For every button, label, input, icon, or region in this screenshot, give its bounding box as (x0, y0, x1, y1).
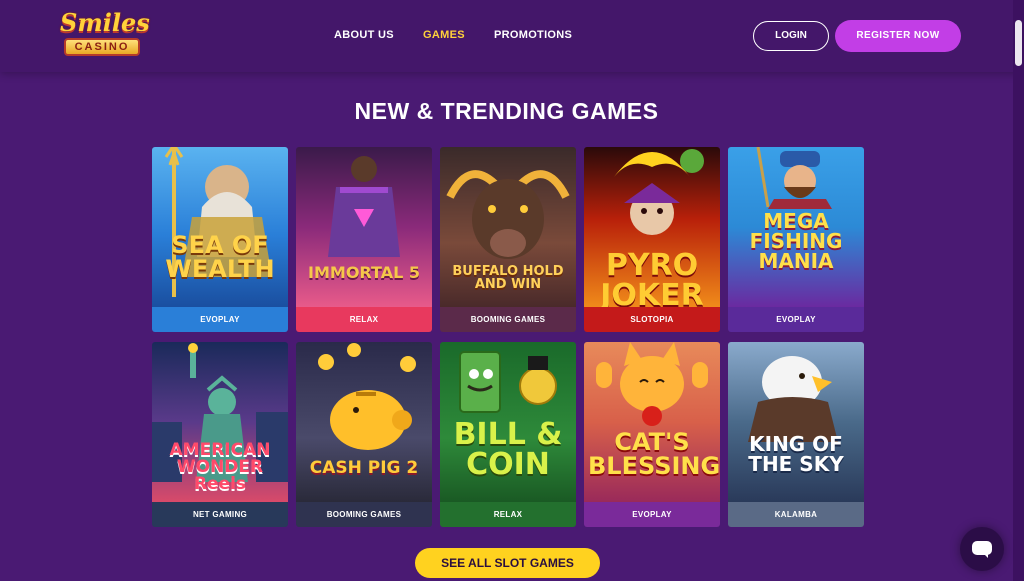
game-art: IMMORTAL 5 (296, 147, 432, 307)
game-provider: NET GAMING (152, 502, 288, 527)
game-card[interactable]: SEA OF WEALTH EVOPLAY (152, 147, 288, 332)
game-title: AMERICAN WONDER Reels (169, 440, 271, 494)
game-art: BUFFALO HOLD AND WIN (440, 147, 576, 307)
game-art: CAT'S BLESSING (584, 342, 720, 502)
game-provider: SLOTOPIA (584, 307, 720, 332)
nav-games[interactable]: GAMES (423, 29, 465, 41)
game-art: SEA OF WEALTH (152, 147, 288, 307)
game-title: CASH PIG 2 (309, 458, 419, 478)
game-card[interactable]: CAT'S BLESSING EVOPLAY (584, 342, 720, 527)
chat-launcher-button[interactable] (960, 527, 1004, 571)
poseidon-illustration (164, 147, 272, 297)
nav-about-us[interactable]: ABOUT US (334, 29, 394, 41)
game-art: PYRO JOKER (584, 147, 720, 311)
game-card[interactable]: AMERICAN WONDER Reels NET GAMING (152, 342, 288, 527)
logo-wordmark: Smiles (60, 8, 150, 37)
game-card[interactable]: KING OF THE SKY KALAMBA (728, 342, 864, 527)
nav-promotions[interactable]: PROMOTIONS (494, 29, 572, 41)
game-title: IMMORTAL 5 (308, 263, 420, 282)
chat-bubble-icon (972, 541, 992, 558)
game-art: KING OF THE SKY (728, 342, 864, 502)
game-provider: RELAX (296, 307, 432, 332)
game-card[interactable]: BUFFALO HOLD AND WIN BOOMING GAMES (440, 147, 576, 332)
eagle-illustration (748, 356, 838, 442)
game-title: BILL & COIN (453, 417, 563, 482)
see-all-slot-games-button[interactable]: SEE ALL SLOT GAMES (415, 548, 600, 578)
hero-illustration (328, 156, 400, 257)
game-title: MEGA FISHING MANIA (749, 209, 843, 273)
logo-subtitle: CASINO (64, 38, 140, 56)
game-title: BUFFALO HOLD AND WIN (452, 264, 564, 292)
scrollbar-track[interactable] (1013, 0, 1024, 581)
game-card[interactable]: CASH PIG 2 BOOMING GAMES (296, 342, 432, 527)
game-provider: EVOPLAY (728, 307, 864, 332)
game-provider: BOOMING GAMES (296, 502, 432, 527)
game-art: AMERICAN WONDER Reels (152, 342, 288, 502)
casino-logo[interactable]: Smiles CASINO (54, 8, 150, 64)
scrollbar-thumb[interactable] (1015, 20, 1022, 66)
game-title: KING OF THE SKY (748, 432, 844, 476)
game-art: CASH PIG 2 (296, 342, 432, 502)
game-title: CAT'S BLESSING (588, 428, 720, 480)
game-provider: BOOMING GAMES (440, 307, 576, 332)
login-button[interactable]: LOGIN (753, 21, 829, 51)
game-title: SEA OF WEALTH (165, 231, 275, 283)
game-art: BILL & COIN (440, 342, 576, 502)
game-provider: RELAX (440, 502, 576, 527)
game-card[interactable]: BILL & COIN RELAX (440, 342, 576, 527)
site-header: Smiles CASINO ABOUT US GAMES PROMOTIONS … (0, 0, 1024, 72)
game-art: MEGA FISHING MANIA (728, 147, 864, 307)
register-button[interactable]: REGISTER NOW (835, 20, 961, 52)
game-provider: EVOPLAY (152, 307, 288, 332)
game-provider: EVOPLAY (584, 502, 720, 527)
game-card[interactable]: PYRO JOKER SLOTOPIA (584, 147, 720, 332)
piggy-bank-illustration (318, 343, 416, 450)
game-title: PYRO JOKER (600, 248, 704, 313)
section-title: NEW & TRENDING GAMES (354, 98, 659, 124)
game-card[interactable]: IMMORTAL 5 RELAX (296, 147, 432, 332)
game-card[interactable]: MEGA FISHING MANIA EVOPLAY (728, 147, 864, 332)
game-provider: KALAMBA (728, 502, 864, 527)
